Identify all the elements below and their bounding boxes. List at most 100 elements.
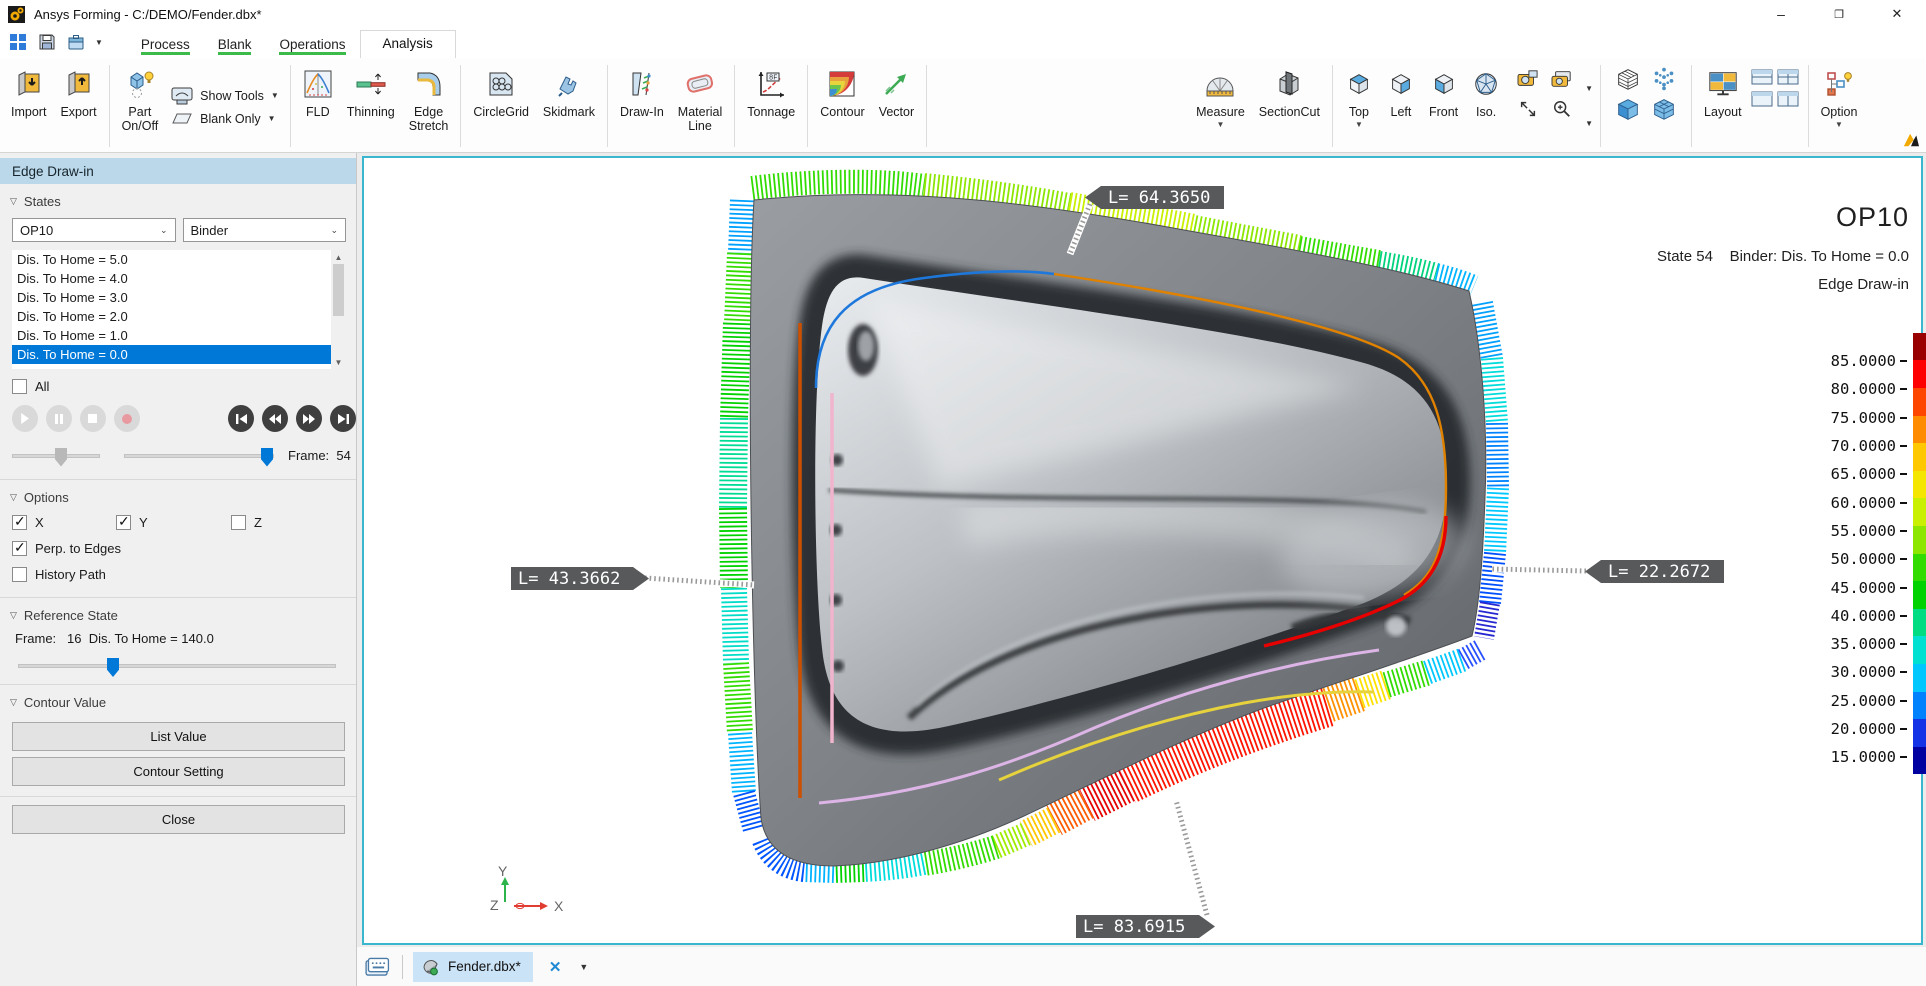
all-checkbox[interactable] xyxy=(12,379,27,394)
layout-horizontal-split-icon[interactable] xyxy=(1751,69,1773,90)
tab-list-dropdown-icon[interactable]: ▼ xyxy=(579,962,588,972)
archive-icon[interactable] xyxy=(66,33,85,52)
skip-end-button[interactable] xyxy=(330,405,356,432)
view-top-dropdown-icon[interactable]: ▼ xyxy=(1355,121,1363,129)
options-section-header[interactable]: ▽ Options xyxy=(0,480,356,511)
measure-dropdown-icon[interactable]: ▼ xyxy=(1217,121,1225,129)
circlegrid-button[interactable]: CircleGrid xyxy=(466,60,536,152)
zoom-dropdown-icon[interactable]: ▼ xyxy=(1585,119,1593,128)
snapshot-icon[interactable] xyxy=(1516,69,1540,94)
speed-slider-thumb[interactable] xyxy=(55,448,67,467)
snapshot-dropdown-icon[interactable]: ▼ xyxy=(1585,84,1593,93)
tab-analysis[interactable]: Analysis xyxy=(360,30,456,58)
show-tools-dropdown-icon[interactable]: ▼ xyxy=(271,91,279,100)
drawin-button[interactable]: Draw-In xyxy=(613,60,671,152)
thinning-button[interactable]: Thinning xyxy=(340,60,402,152)
measure-button[interactable]: Measure ▼ xyxy=(1189,60,1252,152)
frame-slider[interactable] xyxy=(124,454,274,458)
callout-left[interactable]: L= 43.3662 xyxy=(511,567,649,590)
show-tools-button[interactable]: Show Tools ▼ xyxy=(171,87,279,105)
perp-to-edges-checkbox[interactable] xyxy=(12,541,27,556)
list-value-button[interactable]: List Value xyxy=(12,722,345,751)
tonnage-button[interactable]: 8F Tonnage xyxy=(740,60,802,152)
view-left-button[interactable]: Left xyxy=(1380,60,1422,152)
reference-slider-thumb[interactable] xyxy=(107,658,119,677)
list-item[interactable]: Dis. To Home = 3.0 xyxy=(12,288,346,307)
keyboard-icon[interactable] xyxy=(365,957,390,976)
mesh-cube-icon[interactable] xyxy=(1614,65,1642,98)
zoom-in-icon[interactable] xyxy=(1552,99,1572,124)
fld-button[interactable]: FLD xyxy=(296,60,340,152)
mesh-points-cube-icon[interactable] xyxy=(1650,65,1678,98)
contour-value-section-header[interactable]: ▽ Contour Value xyxy=(0,685,356,716)
scroll-down-icon[interactable]: ▼ xyxy=(331,355,346,369)
play-button[interactable] xyxy=(12,405,38,432)
reference-slider[interactable] xyxy=(18,664,336,668)
pause-button[interactable] xyxy=(46,405,72,432)
edge-stretch-button[interactable]: Edge Stretch xyxy=(402,60,456,152)
scroll-thumb[interactable] xyxy=(333,264,344,316)
contour-setting-button[interactable]: Contour Setting xyxy=(12,757,345,786)
layout-button[interactable]: Layout xyxy=(1697,60,1749,152)
vector-button[interactable]: Vector xyxy=(872,60,921,152)
stop-button[interactable] xyxy=(80,405,106,432)
tab-close-icon[interactable]: ✕ xyxy=(549,958,562,976)
speed-slider[interactable] xyxy=(12,454,100,458)
document-tab-fender[interactable]: Fender.dbx* xyxy=(413,952,533,982)
states-list[interactable]: Dis. To Home = 5.0 Dis. To Home = 4.0 Di… xyxy=(12,250,346,369)
graphics-canvas[interactable]: L= 64.3650 L= 43.3662 L= 22.2672 L= 83.6… xyxy=(362,156,1923,945)
layout-quad-split-icon[interactable] xyxy=(1777,69,1799,90)
sectioncut-button[interactable]: SectionCut xyxy=(1252,60,1327,152)
list-item[interactable]: Dis. To Home = 5.0 xyxy=(12,250,346,269)
list-item-selected[interactable]: Dis. To Home = 0.0 xyxy=(12,345,346,364)
list-item[interactable]: Dis. To Home = 4.0 xyxy=(12,269,346,288)
view-front-button[interactable]: Front xyxy=(1422,60,1465,152)
option-button[interactable]: Option ▼ xyxy=(1814,60,1865,152)
close-panel-button[interactable]: Close xyxy=(12,805,345,834)
skidmark-button[interactable]: Skidmark xyxy=(536,60,602,152)
minimize-button[interactable]: – xyxy=(1752,0,1810,28)
part-onoff-button[interactable]: Part On/Off xyxy=(115,60,166,152)
import-button[interactable]: Import xyxy=(4,60,53,152)
view-top-button[interactable]: Top ▼ xyxy=(1338,60,1380,152)
list-item[interactable]: Dis. To Home = 1.0 xyxy=(12,326,346,345)
material-line-button[interactable]: Material Line xyxy=(671,60,729,152)
view-iso-button[interactable]: Iso. xyxy=(1465,60,1507,152)
export-button[interactable]: Export xyxy=(53,60,103,152)
solid-mesh-cube-icon[interactable] xyxy=(1650,95,1678,128)
skip-start-button[interactable] xyxy=(228,405,254,432)
option-dropdown-icon[interactable]: ▼ xyxy=(1835,121,1843,129)
scroll-up-icon[interactable]: ▲ xyxy=(331,250,346,264)
callout-bottom[interactable]: L= 83.6915 xyxy=(1076,915,1215,938)
layout-vertical-split-icon[interactable] xyxy=(1777,91,1799,112)
restore-button[interactable]: ❐ xyxy=(1810,0,1868,28)
record-button[interactable] xyxy=(114,405,140,432)
contour-button[interactable]: Contour xyxy=(813,60,871,152)
list-item[interactable]: Dis. To Home = 2.0 xyxy=(12,307,346,326)
blank-only-dropdown-icon[interactable]: ▼ xyxy=(268,114,276,123)
fit-view-icon[interactable] xyxy=(1518,99,1538,124)
layout-single-icon[interactable] xyxy=(1751,91,1773,112)
close-button[interactable]: ✕ xyxy=(1868,0,1926,28)
history-path-checkbox[interactable] xyxy=(12,567,27,582)
tab-operations[interactable]: Operations xyxy=(265,32,359,58)
tool-dropdown[interactable]: Binder⌄ xyxy=(183,218,347,242)
app-grid-icon[interactable] xyxy=(8,33,27,52)
forward-button[interactable] xyxy=(296,405,322,432)
callout-top[interactable]: L= 64.3650 xyxy=(1085,186,1224,209)
tab-blank[interactable]: Blank xyxy=(204,32,266,58)
operation-dropdown[interactable]: OP10⌄ xyxy=(12,218,176,242)
frame-slider-thumb[interactable] xyxy=(261,448,273,467)
blank-only-button[interactable]: Blank Only ▼ xyxy=(171,112,279,126)
rewind-button[interactable] xyxy=(262,405,288,432)
multi-snapshot-icon[interactable] xyxy=(1550,69,1574,94)
tab-process[interactable]: Process xyxy=(127,32,204,58)
quick-access-dropdown-icon[interactable]: ▼ xyxy=(95,38,103,47)
callout-right[interactable]: L= 22.2672 xyxy=(1585,560,1724,583)
y-checkbox[interactable] xyxy=(116,515,131,530)
z-checkbox[interactable] xyxy=(231,515,246,530)
solid-cube-icon[interactable] xyxy=(1614,95,1642,128)
save-icon[interactable] xyxy=(37,33,56,52)
list-scrollbar[interactable]: ▲ ▼ xyxy=(331,250,346,369)
reference-state-section-header[interactable]: ▽ Reference State xyxy=(0,598,356,629)
